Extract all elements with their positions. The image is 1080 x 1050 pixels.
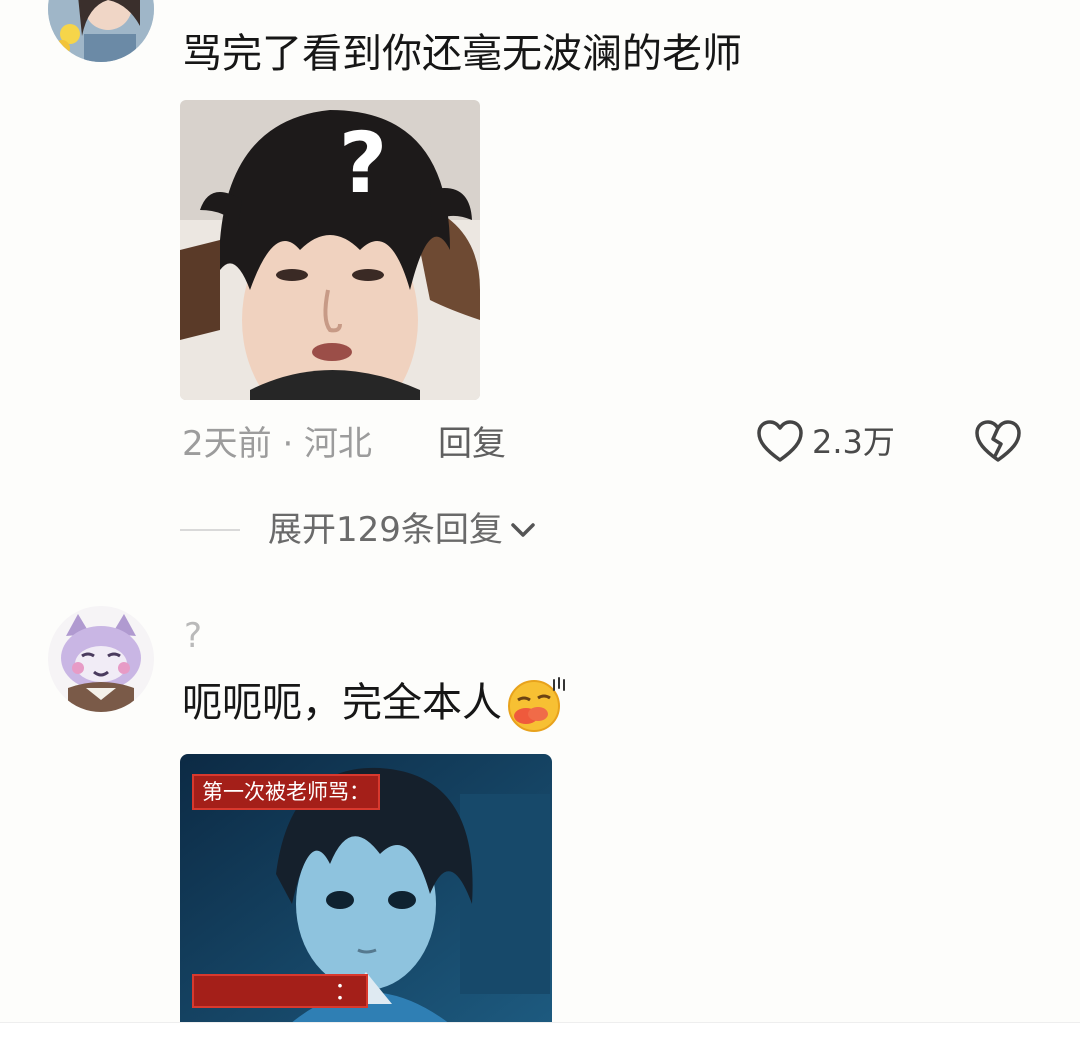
comment-meta-time-location: 2天前 · 河北 bbox=[182, 424, 373, 464]
dislike-button[interactable] bbox=[974, 420, 1022, 464]
avatar-user2[interactable] bbox=[48, 606, 154, 712]
expand-replies-button[interactable]: 展开129条回复 bbox=[180, 510, 537, 550]
divider-line bbox=[180, 529, 240, 531]
image-caption-bottom-suffix: ： bbox=[334, 977, 358, 1005]
svg-text:?: ? bbox=[339, 114, 388, 212]
comment-text: 骂完了看到你还毫无波澜的老师 bbox=[182, 31, 742, 77]
heart-outline-icon bbox=[756, 420, 804, 464]
comment-text-body: 呃呃呃，完全本人 bbox=[182, 680, 502, 726]
username[interactable]: ? bbox=[184, 616, 202, 656]
comment-image[interactable]: 第一次被老师骂： ： bbox=[180, 754, 552, 1024]
reply-button[interactable]: 回复 bbox=[438, 424, 506, 464]
chevron-down-icon bbox=[509, 516, 537, 544]
image-caption-top: 第一次被老师骂： bbox=[192, 774, 380, 810]
avatar-user1[interactable] bbox=[48, 0, 154, 62]
broken-heart-icon bbox=[974, 420, 1022, 464]
comment-text: 呃呃呃，完全本人 bbox=[182, 674, 568, 732]
like-button[interactable]: 2.3万 bbox=[756, 420, 895, 464]
like-count: 2.3万 bbox=[812, 423, 895, 461]
expand-replies-label: 展开129条回复 bbox=[268, 510, 503, 550]
comment-image[interactable]: ? bbox=[180, 100, 480, 400]
duck-lips-emoji-icon bbox=[504, 674, 568, 732]
image-caption-bottom: ： bbox=[192, 974, 368, 1008]
bottom-bar bbox=[0, 1022, 1080, 1050]
